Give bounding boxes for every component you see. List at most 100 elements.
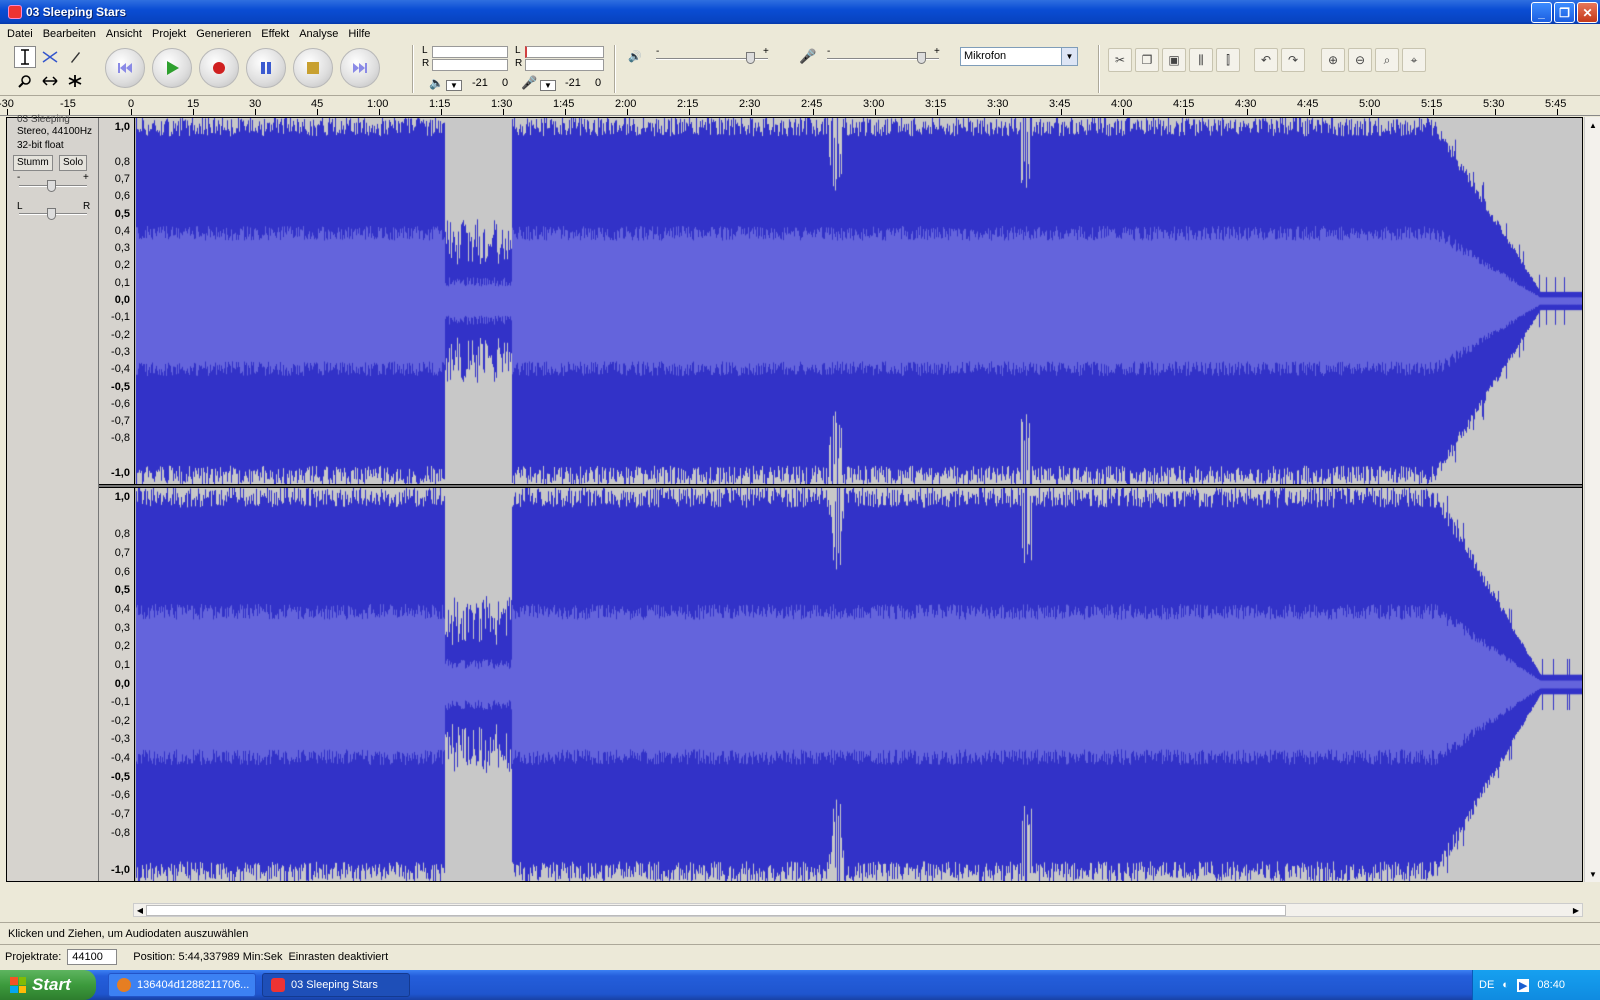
input-device-select[interactable]: Mikrofon ▼ <box>960 47 1078 66</box>
envelope-tool-icon[interactable] <box>39 46 61 68</box>
amplitude-label: -0,2 <box>111 714 130 727</box>
timeline-ruler[interactable]: -30 -15 0 15 30 45 1:00 1:15 1:30 1:45 2:00 2:15 2:3… <box>0 96 1600 116</box>
play-meter-menu-icon[interactable]: ▼ <box>446 80 462 91</box>
close-button[interactable]: ✕ <box>1577 2 1598 23</box>
project-rate-input[interactable]: 44100 <box>67 948 118 965</box>
taskbar-item-audacity[interactable]: 03 Sleeping Stars <box>262 973 410 997</box>
rec-meter-menu-icon[interactable]: ▼ <box>540 80 556 91</box>
ruler-label: 30 <box>249 98 262 110</box>
gain-slider[interactable] <box>47 180 56 192</box>
channel1-waveform[interactable] <box>136 118 1582 484</box>
menu-ansicht[interactable]: Ansicht <box>101 28 147 40</box>
taskbar-item-browser[interactable]: 136404d1288211706... <box>108 973 256 997</box>
rec-meter-left[interactable] <box>525 46 604 58</box>
clock: 08:40 <box>1537 979 1565 991</box>
rec-scale-max: 0 <box>595 77 602 89</box>
amplitude-label: 0,5 <box>114 207 130 220</box>
cursor-position: Position: 5:44,337989 Min:Sek <box>133 950 283 963</box>
amplitude-label: 0,1 <box>114 658 130 671</box>
scroll-right-icon[interactable]: ▶ <box>1570 904 1582 916</box>
amplitude-label: -0,3 <box>111 733 130 746</box>
channel2-amplitude-scale: 1,0 0,8 0,7 0,6 0,5 0,4 0,3 0,2 0,1 0,0 -0,1 -0,2 -0… <box>99 488 135 881</box>
horizontal-scrollbar[interactable]: ◀ ▶ <box>133 903 1583 917</box>
horizontal-scroll-thumb[interactable] <box>146 905 1286 916</box>
menu-bearbeiten[interactable]: Bearbeiten <box>38 28 101 40</box>
amplitude-label: -0,6 <box>111 397 130 410</box>
stop-button[interactable] <box>293 48 333 88</box>
paste-icon: ▣ <box>1168 53 1180 67</box>
undo-button[interactable]: ↶ <box>1254 48 1278 72</box>
mute-button[interactable]: Stumm <box>13 155 53 171</box>
solo-button[interactable]: Solo <box>59 155 88 171</box>
pan-slider[interactable] <box>47 208 56 220</box>
amplitude-label: -0,7 <box>111 808 130 821</box>
amplitude-label: 0,2 <box>114 259 130 272</box>
scroll-up-icon[interactable]: ▲ <box>1585 117 1600 133</box>
minimize-button[interactable]: _ <box>1531 2 1552 23</box>
play-meter-right[interactable] <box>432 59 508 71</box>
paste-button[interactable]: ▣ <box>1162 48 1186 72</box>
silence-button[interactable]: ⫿ <box>1216 48 1240 72</box>
channel2-waveform[interactable] <box>136 488 1582 881</box>
language-indicator[interactable]: DE <box>1479 979 1494 991</box>
scroll-left-icon[interactable]: ◀ <box>134 904 146 916</box>
zoom-in-icon: ⊕ <box>1327 53 1339 67</box>
menu-projekt[interactable]: Projekt <box>147 28 191 40</box>
zoom-tool-icon[interactable] <box>14 70 36 92</box>
menu-hilfe[interactable]: Hilfe <box>343 28 375 40</box>
redo-button[interactable]: ↷ <box>1281 48 1305 72</box>
pause-icon <box>261 62 271 74</box>
track-control-panel[interactable]: 03 Sleeping Stereo, 44100Hz 32-bit float… <box>7 114 99 881</box>
menu-effekt[interactable]: Effekt <box>256 28 294 40</box>
channel1-waveform-canvas[interactable] <box>136 118 1582 484</box>
menu-datei[interactable]: Datei <box>2 28 38 40</box>
fit-selection-button[interactable]: ⌕ <box>1375 48 1399 72</box>
play-meter-left[interactable] <box>432 46 508 58</box>
track-name[interactable]: 03 Sleeping <box>17 114 70 125</box>
maximize-button[interactable]: ❐ <box>1554 2 1575 23</box>
volume-tray-icon[interactable]: ◐ <box>1502 979 1509 991</box>
skip-end-button[interactable] <box>340 48 380 88</box>
zoom-in-button[interactable]: ⊕ <box>1321 48 1345 72</box>
zoom-out-button[interactable]: ⊖ <box>1348 48 1372 72</box>
ruler-label: 3:15 <box>925 98 947 110</box>
rec-scale-min: -21 <box>565 77 581 89</box>
selection-tool-icon[interactable] <box>14 46 36 68</box>
channel2-waveform-canvas[interactable] <box>136 488 1582 881</box>
ruler-label: 3:30 <box>987 98 1009 110</box>
title-bar[interactable]: 03 Sleeping Stars _ ❐ ✕ <box>0 0 1600 24</box>
cut-button[interactable]: ✂ <box>1108 48 1132 72</box>
track-area[interactable]: 03 Sleeping Stereo, 44100Hz 32-bit float… <box>6 114 1583 882</box>
play-button[interactable] <box>152 48 192 88</box>
gain-plus: + <box>83 172 89 183</box>
status-bar: Projektrate: 44100 Position: 5:44,337989… <box>0 944 1600 968</box>
scroll-down-icon[interactable]: ▼ <box>1585 866 1600 882</box>
input-volume-slider[interactable] <box>917 52 926 64</box>
menu-generieren[interactable]: Generieren <box>191 28 256 40</box>
skip-start-button[interactable] <box>105 48 145 88</box>
amplitude-label: 1,0 <box>114 121 130 133</box>
track-format: Stereo, 44100Hz <box>17 126 93 137</box>
vertical-scrollbar[interactable]: ▲ ▼ <box>1584 117 1600 882</box>
fit-project-button[interactable]: ⌖ <box>1402 48 1426 72</box>
play-meter-left-label: L <box>422 45 428 56</box>
amplitude-label: -1,0 <box>111 864 130 876</box>
ruler-label: 1:45 <box>553 98 575 110</box>
amplitude-label: 0,2 <box>114 640 130 653</box>
timeshift-tool-icon[interactable] <box>39 70 61 92</box>
draw-tool-icon[interactable] <box>64 46 86 68</box>
pause-button[interactable] <box>246 48 286 88</box>
menu-analyse[interactable]: Analyse <box>294 28 343 40</box>
gain-minus: - <box>17 172 21 183</box>
rec-meter-right[interactable] <box>525 59 604 71</box>
snap-status: Einrasten deaktiviert <box>288 950 389 963</box>
output-volume-slider[interactable] <box>746 52 755 64</box>
zoom-out-icon: ⊖ <box>1354 53 1366 67</box>
trim-button[interactable]: ⫼ <box>1189 48 1213 72</box>
copy-button[interactable]: ❐ <box>1135 48 1159 72</box>
multi-tool-icon[interactable] <box>64 70 86 92</box>
record-button[interactable] <box>199 48 239 88</box>
start-label: Start <box>32 975 71 994</box>
start-button[interactable]: Start <box>0 970 96 1000</box>
media-tray-icon[interactable]: ▶ <box>1516 978 1530 992</box>
